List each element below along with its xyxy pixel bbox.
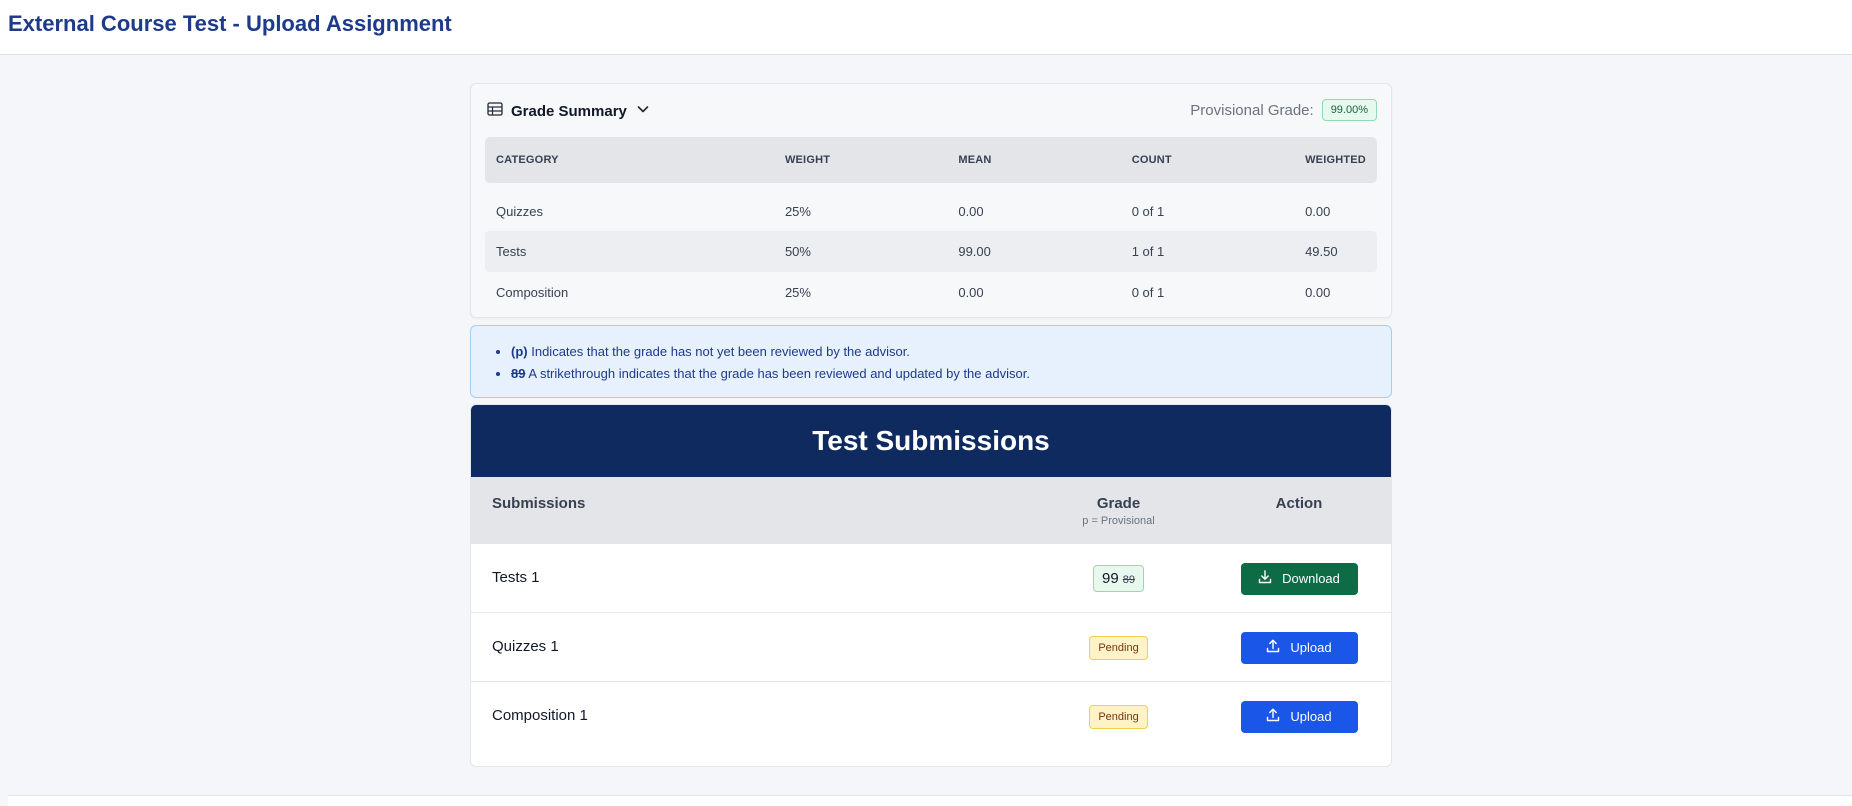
- submissions-title: Test Submissions: [812, 425, 1050, 456]
- table-cell: Quizzes: [496, 203, 543, 219]
- provisional-grade: Provisional Grade: 99.00%: [1190, 99, 1377, 121]
- legend-strike-marker: 89: [511, 366, 526, 381]
- table-cell: 0 of 1: [1131, 203, 1165, 219]
- pending-badge: Pending: [1089, 704, 1148, 729]
- grade-summary-card: Grade Summary Provisional Grade: 99.00% …: [470, 83, 1392, 318]
- table-cell: 0.00: [958, 285, 984, 300]
- submissions-column-header: Submissions Grade p = Provisional Action: [471, 477, 1391, 544]
- table-cell: 49.50: [1294, 231, 1377, 272]
- upload-icon: [1266, 708, 1280, 725]
- provisional-grade-label: Provisional Grade:: [1190, 101, 1314, 119]
- upload-button[interactable]: Upload: [1240, 700, 1358, 733]
- submission-name: Composition 1: [492, 707, 588, 724]
- submission-action-cell: Upload: [1206, 613, 1391, 682]
- grade-badge: 99 89: [1093, 565, 1144, 592]
- upload-button-label: Upload: [1290, 640, 1332, 655]
- table-cell: 1 of 1: [1120, 231, 1295, 272]
- legend-p-text: Indicates that the grade has not yet bee…: [531, 344, 910, 359]
- pending-badge: Pending: [1089, 635, 1148, 660]
- submission-grade-cell: 99 89: [1031, 544, 1206, 613]
- footer-strip: [8, 795, 1852, 806]
- grade-summary-table: CATEGORY WEIGHT MEAN COUNT WEIGHTED Quiz…: [485, 137, 1377, 313]
- provisional-grade-badge: 99.00%: [1321, 99, 1377, 121]
- top-bar: External Course Test - Upload Assignment: [0, 0, 1852, 55]
- table-header-row: CATEGORY WEIGHT MEAN COUNT WEIGHTED: [485, 137, 1377, 183]
- grade-old-value: 89: [1122, 574, 1135, 586]
- column-header: MEAN: [947, 137, 1121, 183]
- upload-button[interactable]: Upload: [1240, 631, 1358, 664]
- legend-list: (p) Indicates that the grade has not yet…: [511, 341, 1391, 385]
- column-header-action: Action: [1275, 495, 1323, 512]
- legend-item-strikethrough: 89 A strikethrough indicates that the gr…: [511, 363, 1391, 385]
- column-header: WEIGHT: [773, 137, 948, 183]
- table-cell: 25%: [784, 203, 811, 219]
- table-icon: [487, 102, 503, 121]
- table-cell: Tests: [485, 231, 774, 272]
- table-cell: 25%: [784, 285, 811, 300]
- column-header-grade: Grade p = Provisional: [1031, 495, 1206, 527]
- column-header: CATEGORY: [485, 137, 774, 183]
- table-cell: 0 of 1: [1131, 285, 1165, 300]
- table-row: Quizzes 25% 0.00 0 of 1 0.00: [485, 183, 1377, 231]
- submission-row: Quizzes 1 Pending Upload: [471, 613, 1391, 682]
- upload-icon: [1266, 639, 1280, 656]
- column-header: WEIGHTED: [1294, 137, 1377, 183]
- legend-strike-text: A strikethrough indicates that the grade…: [528, 366, 1030, 381]
- table-cell: 0.00: [958, 203, 984, 219]
- grade-header-note: p = Provisional: [1082, 515, 1155, 527]
- grade-header-label: Grade: [1096, 495, 1141, 512]
- page-title: External Course Test - Upload Assignment: [8, 11, 452, 36]
- submission-action-cell: Upload: [1206, 682, 1391, 751]
- submission-row: Tests 1 99 89 Download: [471, 544, 1391, 613]
- grade-value: 99: [1102, 570, 1119, 587]
- grade-summary-title: Grade Summary: [511, 103, 627, 120]
- submission-name: Quizzes 1: [492, 638, 559, 655]
- submission-grade-cell: Pending: [1031, 682, 1206, 751]
- column-header-submissions: Submissions: [492, 495, 586, 512]
- table-row: Composition 25% 0.00 0 of 1 0.00: [485, 272, 1377, 313]
- submission-name: Tests 1: [492, 569, 540, 586]
- table-cell: 50%: [773, 231, 948, 272]
- download-icon: [1258, 570, 1272, 587]
- grade-summary-toggle[interactable]: Grade Summary: [487, 101, 651, 122]
- download-button-label: Download: [1282, 571, 1340, 586]
- table-cell: 0.00: [1305, 203, 1331, 219]
- submission-row: Composition 1 Pending Upload: [471, 682, 1391, 751]
- upload-button-label: Upload: [1290, 709, 1332, 724]
- table-cell: Composition: [496, 285, 569, 300]
- table-cell: 0.00: [1305, 285, 1331, 300]
- submissions-card: Test Submissions Submissions Grade p = P…: [470, 404, 1392, 767]
- submission-action-cell: Download: [1206, 544, 1391, 613]
- chevron-down-icon[interactable]: [635, 101, 651, 122]
- submission-grade-cell: Pending: [1031, 613, 1206, 682]
- table-cell: 99.00: [947, 231, 1121, 272]
- table-row: Tests 50% 99.00 1 of 1 49.50: [485, 231, 1377, 272]
- column-header: COUNT: [1120, 137, 1295, 183]
- grade-legend-box: (p) Indicates that the grade has not yet…: [470, 325, 1392, 398]
- legend-item-provisional: (p) Indicates that the grade has not yet…: [511, 341, 1391, 363]
- submissions-banner: Test Submissions: [471, 405, 1391, 477]
- legend-p-marker: (p): [511, 344, 528, 359]
- download-button[interactable]: Download: [1240, 562, 1358, 595]
